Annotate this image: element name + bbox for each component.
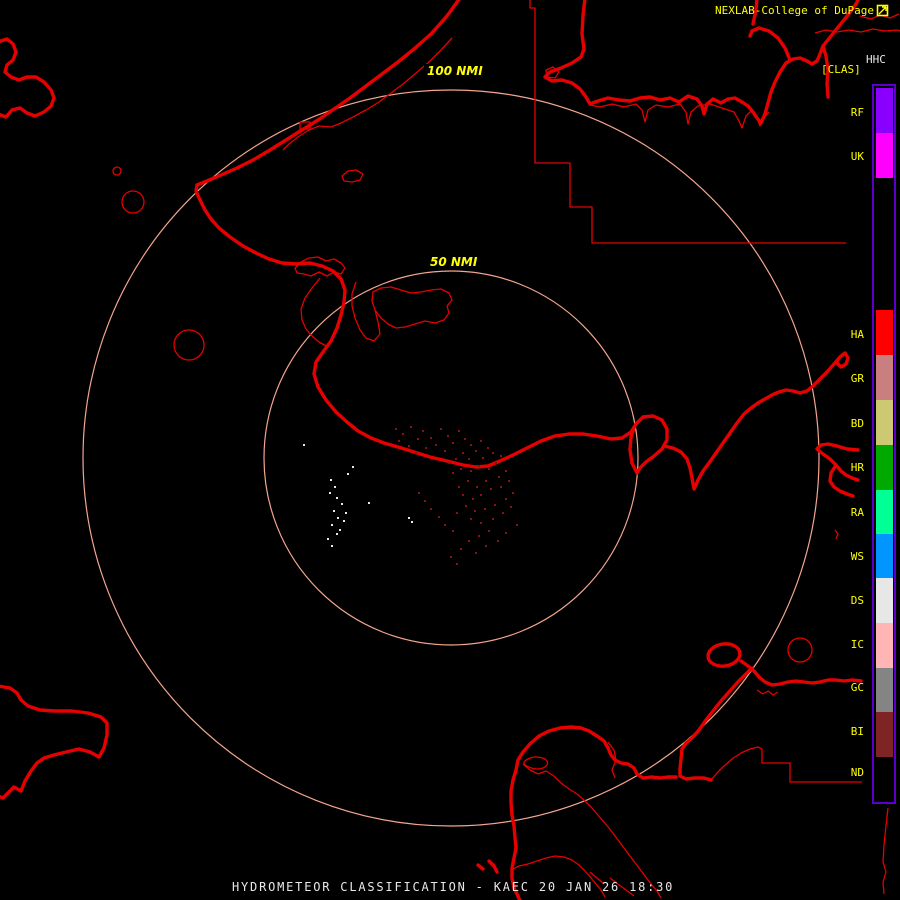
- legend-label-ds: DS: [850, 594, 864, 607]
- product-code: HHC: [866, 53, 886, 66]
- range-ring-label-1: 50 NMI: [427, 255, 481, 269]
- legend-label-bd: BD: [850, 417, 864, 430]
- attribution-text: NEXLAB-College of DuPage: [715, 4, 874, 17]
- legend-block-bd: [876, 400, 893, 445]
- echo-group-biological-darkred: [395, 426, 518, 565]
- small-lake-4: [787, 637, 813, 663]
- legend-block-bi: [876, 712, 893, 757]
- small-lake-3: [112, 166, 122, 176]
- island-west-bottom: [0, 684, 109, 800]
- legend-block-ws: [876, 534, 893, 578]
- legend-label-gc: GC: [850, 681, 864, 694]
- range-ring-50-nmi: [263, 270, 639, 646]
- legend-block-nd: [876, 757, 893, 800]
- legend-label-rf: RF: [850, 106, 864, 119]
- legend-block-ha: [876, 310, 893, 355]
- legend-label-bi: BI: [850, 725, 864, 738]
- rivers-south: [510, 529, 839, 899]
- legend-label-uk: UK: [850, 150, 864, 163]
- coastline-thick: [0, 0, 863, 900]
- legend-block-gc: [876, 668, 893, 712]
- lake-ring: [706, 642, 742, 668]
- echo-layer: [303, 426, 518, 565]
- product-classification-tag: [CLAS]: [821, 63, 861, 76]
- legend-label-ws: WS: [850, 550, 864, 563]
- legend-block-ic: [876, 623, 893, 668]
- echo-group-wet-snow-white: [303, 444, 413, 547]
- legend-block-hr: [876, 445, 893, 490]
- island-west-top: [0, 37, 56, 119]
- cod-logo-icon: [876, 4, 889, 17]
- legend-label-ra: RA: [850, 506, 864, 519]
- legend-bar: [872, 84, 896, 804]
- coastline-northeast: [543, 0, 860, 125]
- radar-map: [0, 0, 900, 900]
- small-lake-2: [173, 329, 205, 361]
- border-right-edge: [882, 807, 889, 895]
- range-ring-label-0: 100 NMI: [424, 64, 486, 78]
- map-detail-thin: [112, 0, 900, 899]
- radar-display: NEXLAB-College of DuPage HHC [CLAS] HYDR…: [0, 0, 900, 900]
- legend-label-ha: HA: [850, 328, 864, 341]
- legend-label-ic: IC: [850, 638, 864, 651]
- small-lake-1: [121, 190, 145, 214]
- legend-block-uk: [876, 133, 893, 178]
- legend-block-rf: [876, 88, 893, 133]
- legend-label-nd: ND: [850, 766, 864, 779]
- legend-block-ra: [876, 490, 893, 534]
- shoreline-inner-north: [589, 103, 770, 129]
- legend-block-ds: [876, 578, 893, 623]
- status-bar-text: HYDROMETEOR CLASSIFICATION - KAEC 20 JAN…: [232, 880, 675, 894]
- landmass-south: [476, 725, 678, 900]
- barrier-spit: [282, 37, 453, 151]
- legend-block-gr: [876, 355, 893, 400]
- legend-label-gr: GR: [850, 372, 864, 385]
- legend-label-hr: HR: [850, 461, 864, 474]
